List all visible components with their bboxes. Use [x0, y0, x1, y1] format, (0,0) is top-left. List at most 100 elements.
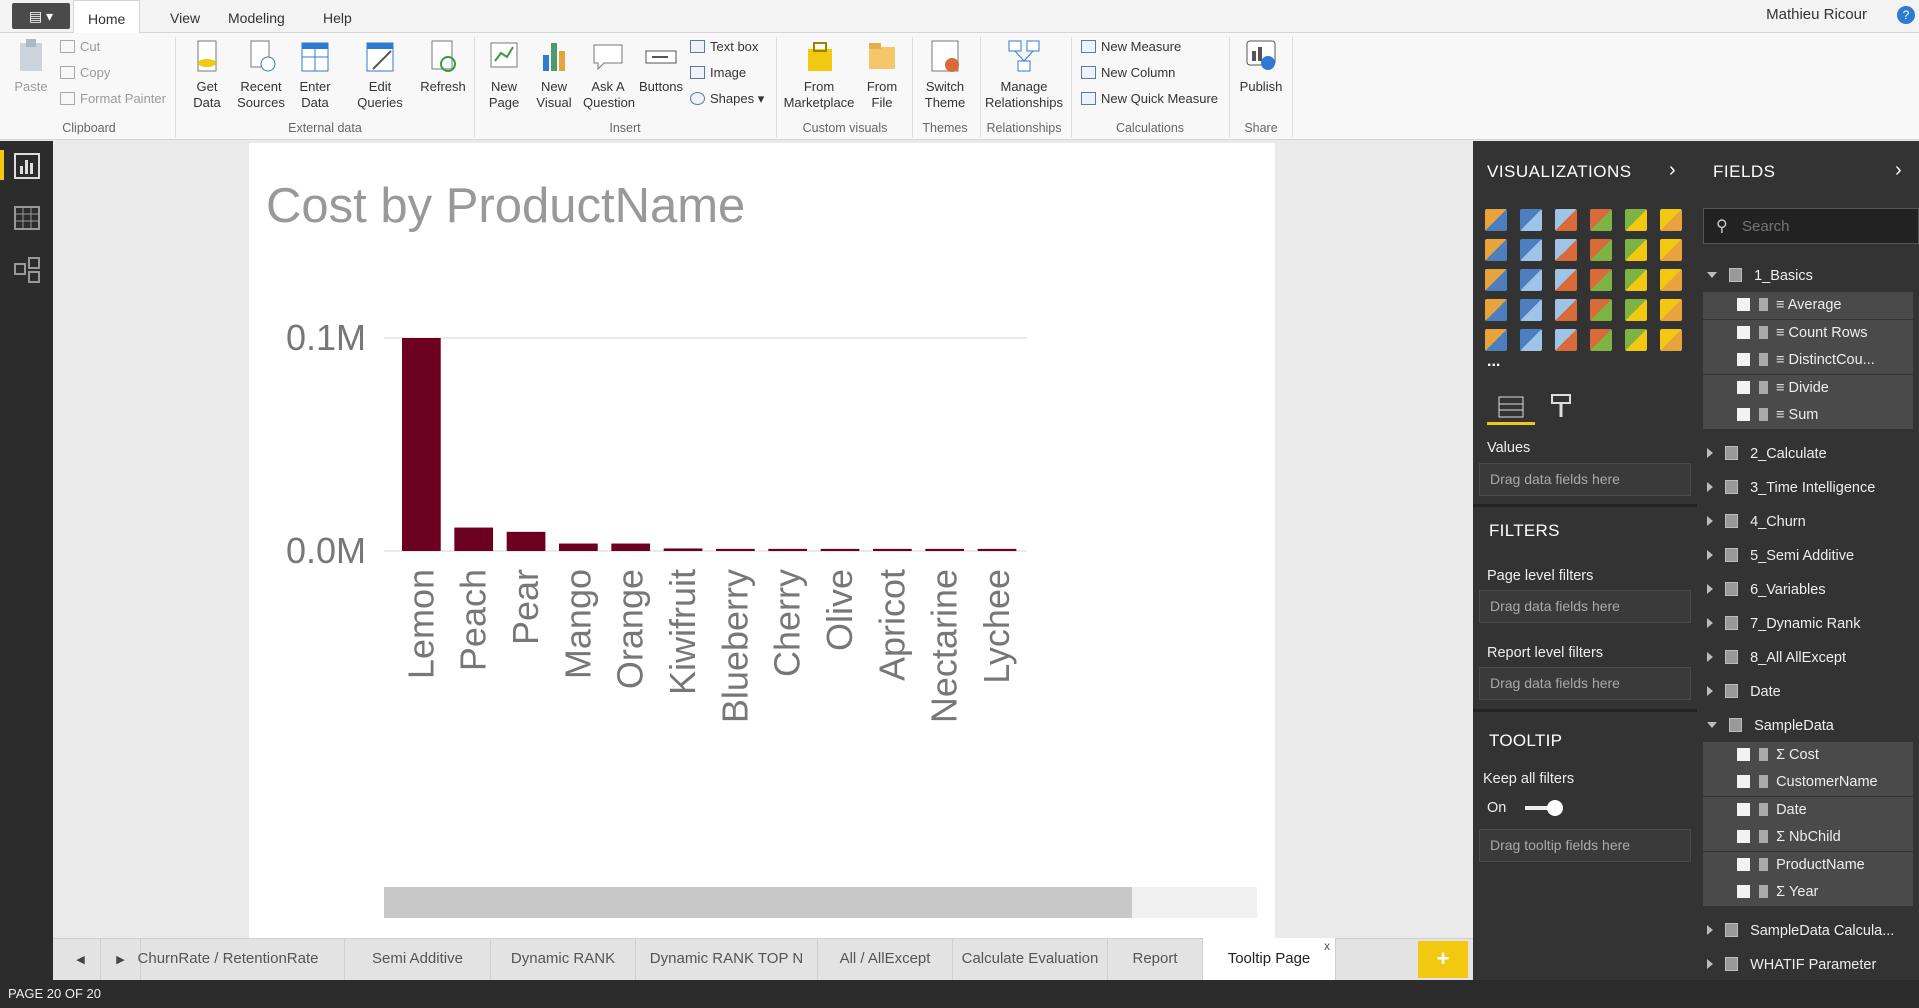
page-tab[interactable]: Tooltip Page: [1203, 938, 1336, 980]
field-checkbox[interactable]: [1737, 830, 1750, 843]
field-checkbox[interactable]: [1737, 802, 1750, 816]
tab-view[interactable]: View: [156, 0, 214, 33]
fields-search-box[interactable]: ⚲: [1703, 208, 1919, 244]
field-checkbox[interactable]: [1737, 353, 1750, 366]
tab-scroll-left-icon[interactable]: ◀: [61, 939, 101, 981]
tab-modeling[interactable]: Modeling: [214, 0, 299, 33]
slicer-visual-icon[interactable]: [1485, 329, 1507, 351]
clustered-column-visual-icon[interactable]: [1590, 209, 1612, 231]
switch-theme-button[interactable]: Switch Theme: [917, 37, 973, 111]
more-visuals-icon[interactable]: ...: [1487, 353, 1500, 371]
expand-icon[interactable]: [1707, 685, 1713, 696]
field-table[interactable]: WHATIF Parameter: [1697, 952, 1919, 979]
page-tab[interactable]: Report: [1108, 938, 1203, 980]
card-visual-icon[interactable]: [1590, 299, 1612, 321]
from-marketplace-button[interactable]: From Marketplace: [780, 37, 858, 111]
page-tab[interactable]: ChurnRate / RetentionRate: [112, 938, 345, 980]
field-checkbox[interactable]: [1737, 775, 1750, 788]
multirow-card-visual-icon[interactable]: [1625, 299, 1647, 321]
field-checkbox[interactable]: [1737, 747, 1750, 761]
toggle-knob[interactable]: [1547, 800, 1563, 816]
buttons-button[interactable]: Buttons: [637, 37, 685, 95]
filled-map-visual-icon[interactable]: [1485, 299, 1507, 321]
add-page-button[interactable]: +: [1418, 941, 1468, 978]
values-dropzone[interactable]: Drag data fields here: [1479, 463, 1691, 496]
field-table[interactable]: 6_Variables: [1697, 577, 1919, 604]
field-item[interactable]: ≡ Divide: [1703, 374, 1913, 402]
expand-icon[interactable]: [1707, 721, 1717, 728]
expand-icon[interactable]: [1707, 515, 1713, 526]
field-table[interactable]: 8_All AllExcept: [1697, 645, 1919, 672]
field-checkbox[interactable]: [1737, 325, 1750, 339]
field-item[interactable]: CustomerName: [1703, 769, 1913, 796]
bar[interactable]: [820, 548, 860, 551]
refresh-button[interactable]: Refresh: [418, 37, 468, 95]
area-visual-icon[interactable]: [1520, 239, 1542, 261]
new-page-button[interactable]: New Page: [482, 37, 526, 111]
tooltip-dropzone[interactable]: Drag tooltip fields here: [1479, 829, 1691, 862]
map-visual-icon[interactable]: [1660, 269, 1682, 291]
expand-icon[interactable]: [1707, 651, 1713, 662]
expand-icon[interactable]: [1707, 583, 1713, 594]
bar-chart[interactable]: 0.0M 0.1M Lemon Peach Pear Mango Orange Kiwifru…: [249, 143, 1275, 938]
field-checkbox[interactable]: [1737, 885, 1750, 898]
field-item[interactable]: ProductName: [1703, 851, 1913, 879]
recent-sources-button[interactable]: Recent Sources: [236, 37, 286, 111]
field-item[interactable]: ≡ Average: [1703, 292, 1913, 319]
format-painter-button[interactable]: Format Painter: [60, 89, 166, 109]
field-item[interactable]: ≡ DistinctCou...: [1703, 347, 1913, 374]
field-table[interactable]: 4_Churn: [1697, 509, 1919, 536]
bar[interactable]: [611, 543, 651, 551]
stacked-area-visual-icon[interactable]: [1555, 239, 1577, 261]
treemap-visual-icon[interactable]: [1625, 269, 1647, 291]
field-item[interactable]: Σ NbChild: [1703, 824, 1913, 851]
help-icon[interactable]: ?: [1897, 6, 1915, 24]
enter-data-button[interactable]: Enter Data: [293, 37, 337, 111]
chart-scrollbar-thumb[interactable]: [384, 887, 1132, 918]
fields-well-tab[interactable]: [1487, 387, 1535, 425]
expand-icon[interactable]: [1707, 924, 1713, 935]
report-view-icon[interactable]: [13, 152, 41, 180]
table-visual-icon[interactable]: [1520, 329, 1542, 351]
new-column-button[interactable]: New Column: [1081, 63, 1175, 83]
ribbon-visual-icon[interactable]: [1660, 239, 1682, 261]
field-checkbox[interactable]: [1737, 380, 1750, 394]
page-filters-dropzone[interactable]: Drag data fields here: [1479, 590, 1691, 623]
bar[interactable]: [402, 338, 441, 551]
field-item[interactable]: Σ Cost: [1703, 741, 1913, 769]
manage-relationships-button[interactable]: Manage Relationships: [982, 37, 1066, 111]
gauge-visual-icon[interactable]: [1555, 299, 1577, 321]
from-file-button[interactable]: From File: [862, 37, 902, 111]
field-item[interactable]: ≡ Sum: [1703, 402, 1913, 429]
field-table[interactable]: 5_Semi Additive: [1697, 543, 1919, 570]
clustered-bar-visual-icon[interactable]: [1555, 209, 1577, 231]
edit-queries-button[interactable]: Edit Queries: [350, 37, 410, 111]
collapse-visualizations-icon[interactable]: ›: [1669, 159, 1676, 182]
bar[interactable]: [873, 548, 912, 551]
field-table[interactable]: SampleData: [1697, 713, 1919, 740]
globe-visual-icon[interactable]: [1660, 329, 1682, 351]
search-input[interactable]: [1742, 215, 1912, 237]
scatter-visual-icon[interactable]: [1520, 269, 1542, 291]
expand-icon[interactable]: [1707, 481, 1713, 492]
line-clustered-visual-icon[interactable]: [1625, 239, 1647, 261]
new-quick-measure-button[interactable]: New Quick Measure: [1081, 89, 1218, 109]
copy-button[interactable]: Copy: [60, 63, 110, 83]
paste-button[interactable]: Paste: [10, 37, 52, 95]
bar[interactable]: [716, 548, 755, 551]
funnel-visual-icon[interactable]: [1520, 299, 1542, 321]
bar[interactable]: [506, 531, 546, 551]
file-menu-button[interactable]: ▤ ▾: [12, 3, 70, 29]
page-tab[interactable]: All / AllExcept: [818, 938, 953, 980]
new-visual-button[interactable]: New Visual: [534, 37, 574, 111]
report-filters-dropzone[interactable]: Drag data fields here: [1479, 667, 1691, 700]
new-measure-button[interactable]: New Measure: [1081, 37, 1181, 57]
bar[interactable]: [977, 548, 1017, 551]
field-item[interactable]: ≡ Count Rows: [1703, 319, 1913, 347]
bar[interactable]: [663, 548, 703, 551]
expand-icon[interactable]: [1707, 272, 1717, 278]
line-column-visual-icon[interactable]: [1590, 239, 1612, 261]
field-table[interactable]: 1_Basics: [1697, 263, 1919, 290]
bar[interactable]: [768, 548, 808, 551]
field-item[interactable]: Σ Year: [1703, 879, 1913, 906]
